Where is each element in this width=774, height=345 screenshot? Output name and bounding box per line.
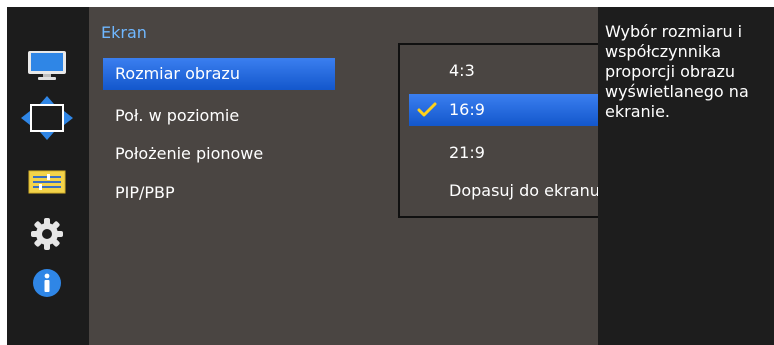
monitor-icon[interactable]	[20, 46, 74, 84]
menu-item-picture-size[interactable]: Rozmiar obrazu	[103, 58, 335, 90]
menu-item-label: Poł. w poziomie	[115, 106, 240, 125]
option-label: 21:9	[449, 143, 485, 162]
menu-panel: Ekran Rozmiar obrazu Poł. w poziomie Poł…	[89, 7, 662, 345]
sidebar	[7, 7, 89, 345]
menu-item-label: PIP/PBP	[115, 183, 175, 202]
menu-item-pip-pbp[interactable]: PIP/PBP	[103, 177, 335, 209]
help-text: Wybór rozmiaru i współczynnika proporcji…	[605, 22, 749, 121]
option-label: 16:9	[449, 100, 485, 119]
settings-list-icon[interactable]	[20, 163, 74, 201]
menu-item-v-position[interactable]: Położenie pionowe	[103, 138, 335, 170]
gear-icon[interactable]	[20, 215, 74, 253]
menu-item-label: Położenie pionowe	[115, 144, 264, 163]
option-label: 4:3	[449, 61, 475, 80]
move-arrows-icon[interactable]	[20, 95, 74, 141]
info-icon[interactable]	[20, 264, 74, 302]
menu-item-h-position[interactable]: Poł. w poziomie	[103, 100, 335, 132]
help-panel: Wybór rozmiaru i współczynnika proporcji…	[598, 7, 774, 345]
option-label: Dopasuj do ekranu	[449, 181, 600, 200]
menu-item-label: Rozmiar obrazu	[115, 64, 240, 83]
osd-menu: Ekran Rozmiar obrazu Poł. w poziomie Poł…	[7, 7, 774, 345]
check-icon	[417, 102, 437, 117]
panel-title: Ekran	[101, 23, 147, 42]
